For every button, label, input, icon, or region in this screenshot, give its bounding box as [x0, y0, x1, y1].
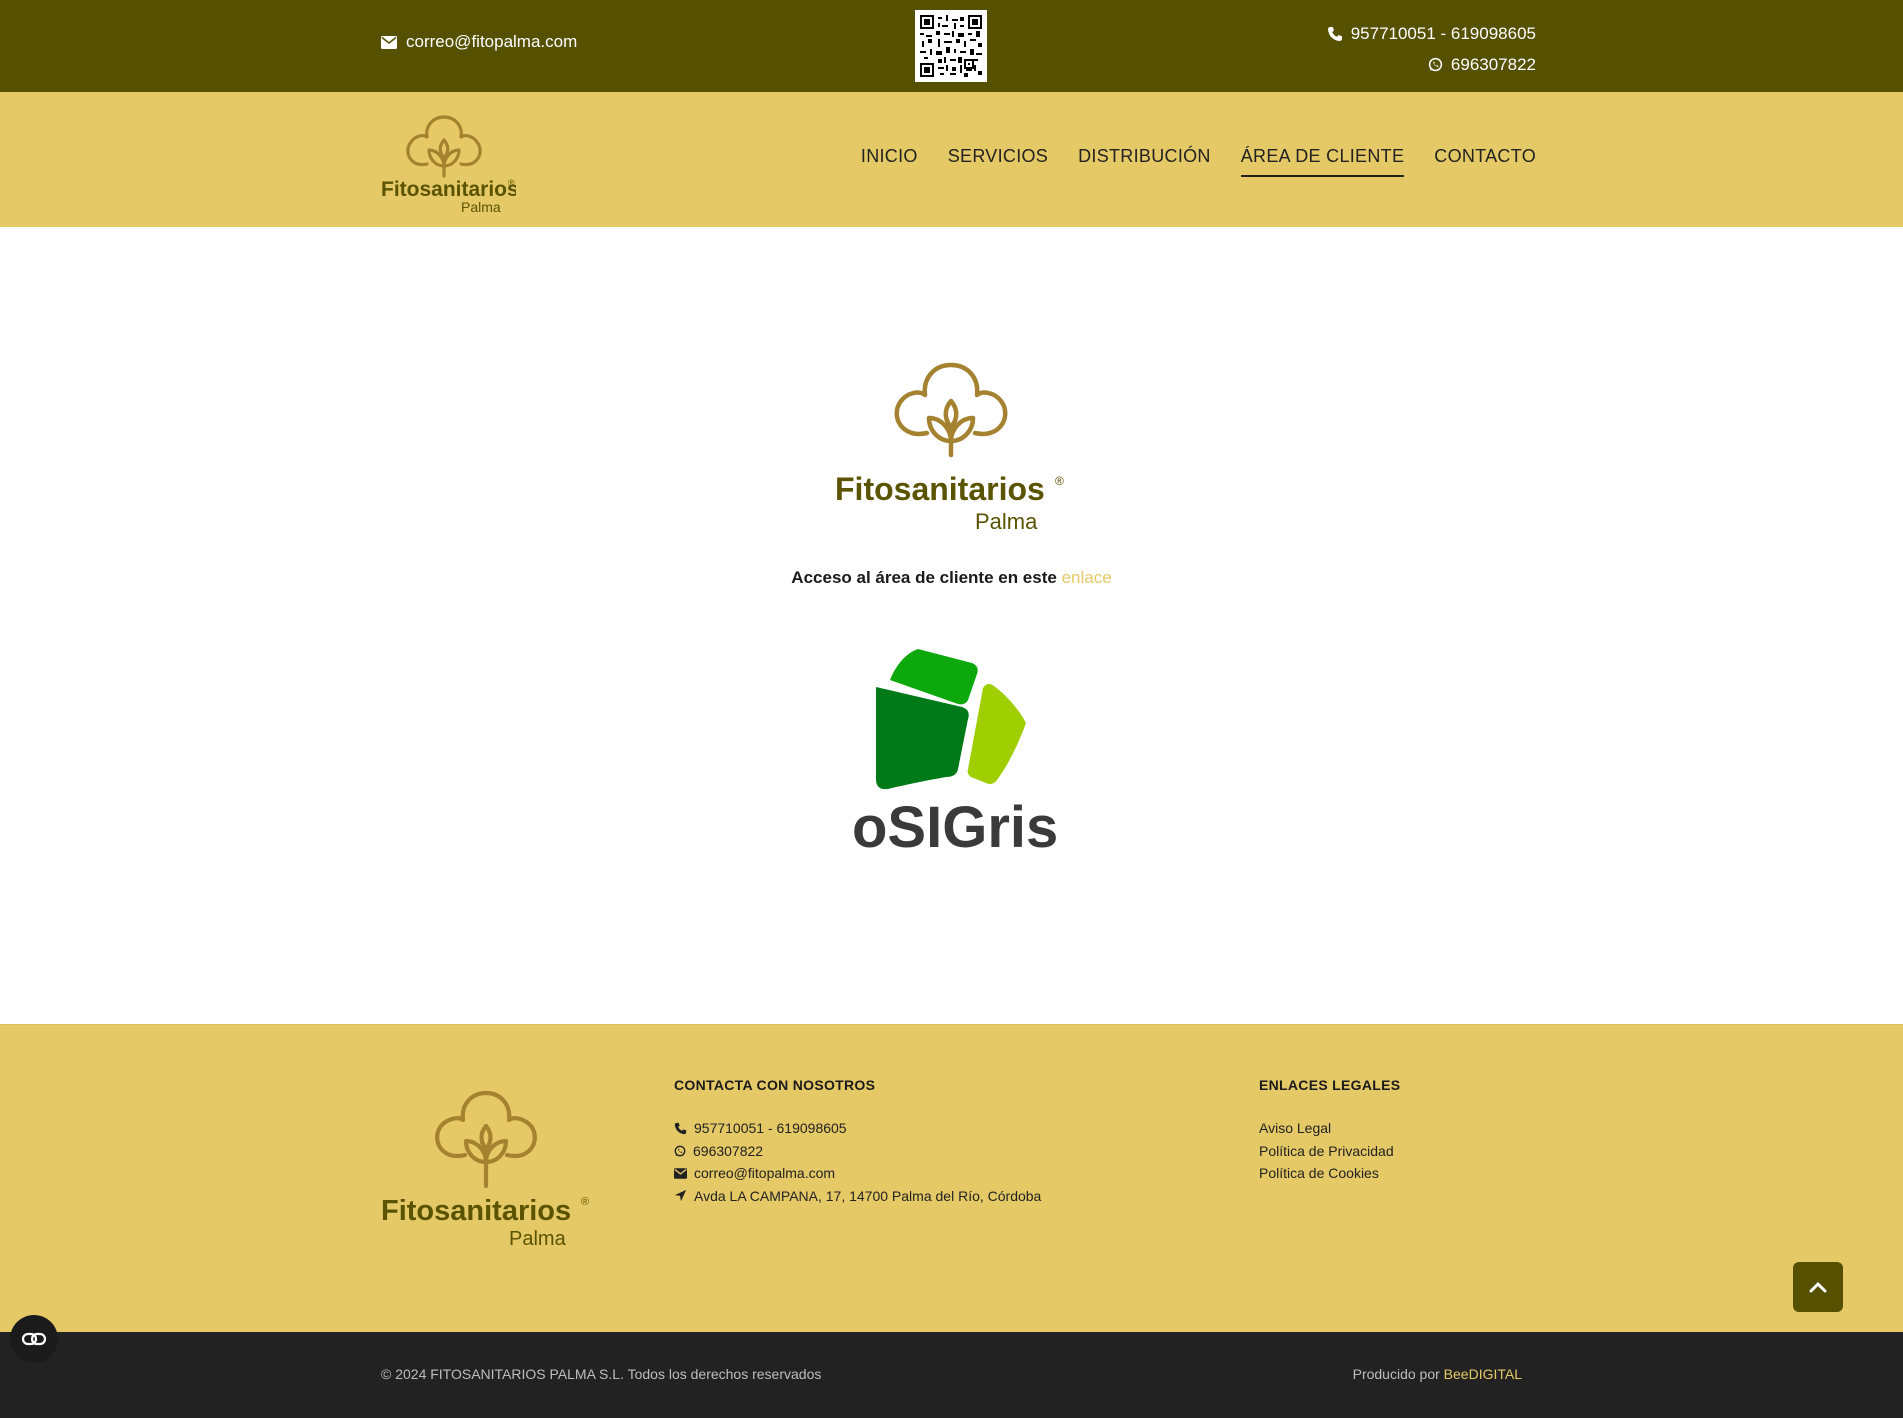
- footer-legal-links: Aviso Legal Política de Privacidad Polít…: [1259, 1117, 1400, 1185]
- main-logo: Fitosanitarios ® Palma: [835, 345, 1067, 535]
- credit-text: Producido por BeeDIGITAL: [1353, 1366, 1522, 1382]
- nav-item-contacto[interactable]: CONTACTO: [1434, 146, 1536, 177]
- top-phone-row[interactable]: 957710051 - 619098605: [1327, 18, 1536, 49]
- footer-phone-row[interactable]: 957710051 - 619098605: [674, 1117, 1041, 1140]
- footer-email-text: correo@fitopalma.com: [694, 1165, 836, 1181]
- qr-code-image: [920, 15, 982, 77]
- footer-contact-heading: CONTACTA CON NOSOTROS: [674, 1077, 876, 1093]
- nav-item-servicios[interactable]: SERVICIOS: [948, 146, 1048, 177]
- footer-logo: Fitosanitarios ® Palma: [381, 1075, 593, 1250]
- nav-item-area-de-cliente[interactable]: ÁREA DE CLIENTE: [1240, 146, 1405, 177]
- footer-legal-heading: ENLACES LEGALES: [1259, 1077, 1401, 1093]
- copyright-text: © 2024 FITOSANITARIOS PALMA S.L. Todos l…: [381, 1366, 822, 1382]
- main-logo-sub-text: Palma: [975, 509, 1038, 534]
- main-logo-reg-mark: ®: [1055, 474, 1064, 488]
- accessibility-icon: [21, 1332, 47, 1346]
- top-whatsapp-row[interactable]: 696307822: [1327, 49, 1536, 80]
- footer-logo-sub-text: Palma: [509, 1228, 567, 1247]
- header-logo[interactable]: Fitosanitarios ® Palma: [381, 104, 519, 215]
- main-nav: INICIO SERVICIOS DISTRIBUCIÓN ÁREA DE CL…: [861, 146, 1536, 177]
- osigris-wordmark: oSIGris: [852, 795, 1058, 860]
- osigris-logo[interactable]: oSIGris: [840, 625, 1062, 865]
- phone-icon: [674, 1122, 687, 1134]
- footer-whatsapp-row[interactable]: 696307822: [674, 1140, 1041, 1163]
- logo-brand-text: Fitosanitarios: [381, 178, 516, 201]
- footer-whatsapp-text: 696307822: [693, 1142, 764, 1159]
- back-to-top-button[interactable]: [1793, 1262, 1843, 1312]
- footer-address-text: Avda LA CAMPANA, 17, 14700 Palma del Río…: [694, 1187, 1042, 1204]
- footer-contact-column: CONTACTA CON NOSOTROS 957710051 - 619098…: [674, 1077, 1041, 1207]
- top-phones: 957710051 - 619098605 696307822: [1327, 18, 1536, 80]
- nav-item-inicio[interactable]: INICIO: [861, 146, 918, 177]
- whatsapp-icon: [674, 1145, 686, 1157]
- footer-phone-text: 957710051 - 619098605: [694, 1120, 847, 1136]
- top-contact-bar: correo@fitopalma.com 957710051 - 6190986…: [0, 0, 1903, 92]
- main-logo-brand-text: Fitosanitarios: [835, 471, 1045, 507]
- envelope-icon: [674, 1167, 687, 1179]
- legal-link-aviso-legal[interactable]: Aviso Legal: [1259, 1117, 1400, 1140]
- phone-icon: [1327, 26, 1342, 41]
- qr-code: [915, 10, 987, 82]
- whatsapp-icon: [1428, 57, 1443, 72]
- cotton-logo-image: Fitosanitarios ® Palma: [381, 115, 519, 215]
- legal-link-cookies[interactable]: Política de Cookies: [1259, 1162, 1400, 1185]
- footer-legal-column: ENLACES LEGALES Aviso Legal Política de …: [1259, 1077, 1400, 1185]
- logo-sub-text: Palma: [461, 199, 501, 214]
- logo-reg-mark: ®: [508, 178, 515, 188]
- footer-cotton-logo-image: Fitosanitarios ® Palma: [381, 1090, 589, 1250]
- copyright-bar: © 2024 FITOSANITARIOS PALMA S.L. Todos l…: [0, 1332, 1903, 1418]
- footer-logo-reg-mark: ®: [581, 1196, 589, 1208]
- main-content: Fitosanitarios ® Palma Acceso al área de…: [0, 227, 1903, 1024]
- top-phone-text: 957710051 - 619098605: [1350, 24, 1536, 43]
- credit-link[interactable]: BeeDIGITAL: [1444, 1366, 1522, 1382]
- client-access-text: Acceso al área de cliente en este enlace: [0, 568, 1903, 588]
- footer-address-row: Avda LA CAMPANA, 17, 14700 Palma del Río…: [674, 1185, 1041, 1208]
- site-footer: Fitosanitarios ® Palma CONTACTA CON NOSO…: [0, 1024, 1903, 1332]
- location-arrow-icon: [674, 1190, 687, 1202]
- top-whatsapp-text: 696307822: [1450, 55, 1536, 74]
- site-header: Fitosanitarios ® Palma INICIO SERVICIOS …: [0, 92, 1903, 227]
- osigris-logo-image: oSIGris: [852, 649, 1058, 860]
- footer-email-row[interactable]: correo@fitopalma.com: [674, 1162, 1041, 1185]
- nav-item-distribucion[interactable]: DISTRIBUCIÓN: [1078, 146, 1211, 177]
- top-email-text: correo@fitopalma.com: [406, 32, 578, 51]
- legal-link-privacidad[interactable]: Política de Privacidad: [1259, 1140, 1400, 1163]
- footer-logo-brand-text: Fitosanitarios: [381, 1195, 571, 1227]
- credit-prefix: Producido por: [1352, 1366, 1440, 1382]
- accessibility-button[interactable]: [10, 1315, 58, 1363]
- client-access-label: Acceso al área de cliente en este: [791, 568, 1057, 587]
- client-access-link[interactable]: enlace: [1062, 568, 1112, 587]
- top-email-link[interactable]: correo@fitopalma.com: [381, 32, 577, 52]
- main-cotton-logo-image: Fitosanitarios ® Palma: [835, 362, 1064, 534]
- envelope-icon: [381, 35, 397, 49]
- chevron-up-icon: [1809, 1282, 1827, 1293]
